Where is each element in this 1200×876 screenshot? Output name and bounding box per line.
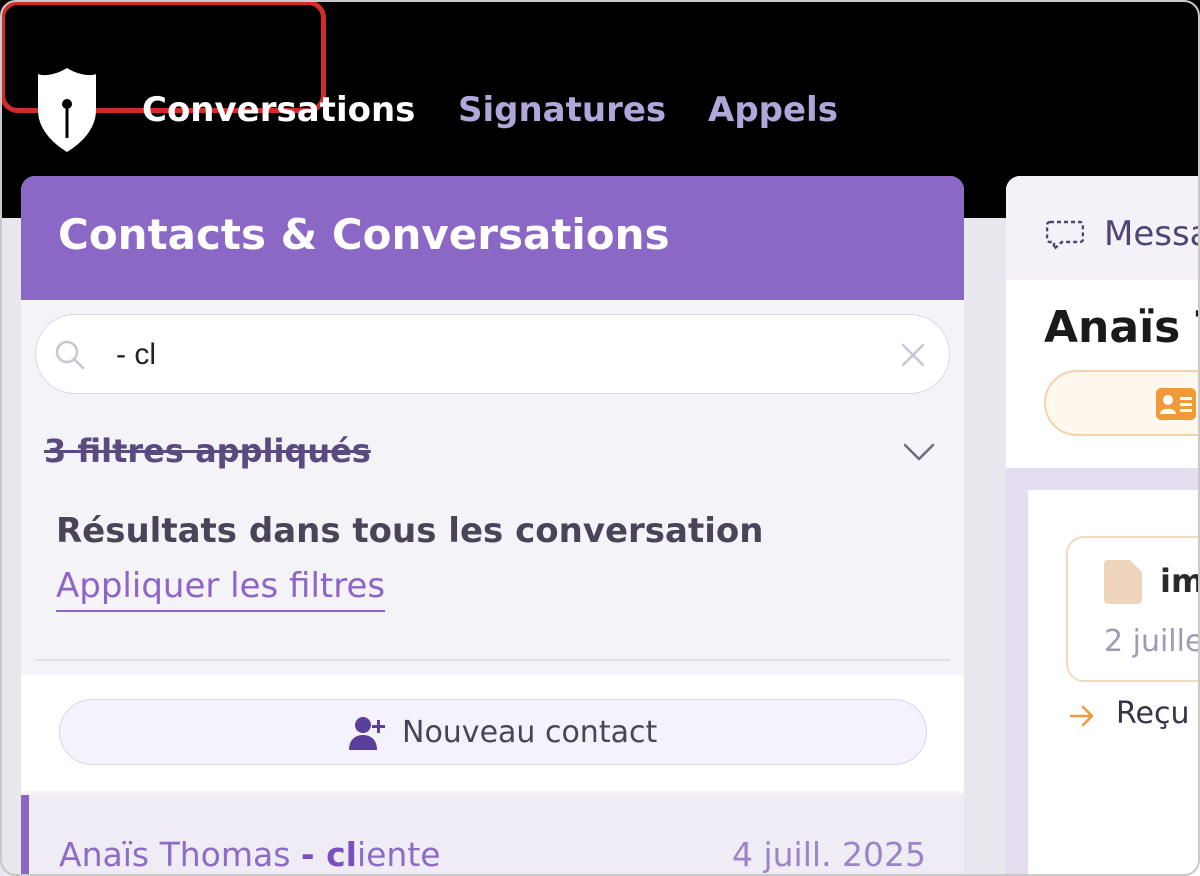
message-thread: im 2 juille Reçu [1028, 490, 1200, 876]
divider [35, 659, 950, 661]
messages-tab[interactable]: Messa [1006, 176, 1200, 280]
new-contact-label: Nouveau contact [402, 715, 658, 750]
contact-name-heading: Anaïs T [1044, 302, 1200, 353]
contact-name: Anaïs Thomas [59, 835, 301, 874]
nav-appels[interactable]: Appels [708, 82, 838, 138]
attachment-title: im [1160, 562, 1200, 600]
new-contact-button[interactable]: Nouveau contact [59, 699, 927, 765]
filters-applied-label[interactable]: 3 filtres appliqués [44, 432, 371, 470]
nav-conversations[interactable]: Conversations [142, 82, 415, 138]
message-bubble-icon [1046, 220, 1084, 252]
messages-area: im 2 juille Reçu [1006, 468, 1200, 876]
results-title: Résultats dans tous les conversation [56, 511, 764, 551]
search-input[interactable] [116, 333, 876, 377]
conversation-row[interactable]: Anaïs Thomas - cliente 4 juill. 2025 [21, 795, 964, 876]
search-icon [55, 340, 85, 370]
search-match-highlight: - cl [300, 835, 357, 874]
arrow-right-icon [1069, 705, 1094, 727]
panel-header: Contacts & Conversations [21, 176, 964, 300]
selected-accent-bar [21, 795, 29, 876]
attachment-date: 2 juille [1104, 624, 1200, 659]
messages-tab-label: Messa [1104, 214, 1200, 254]
file-icon [1104, 560, 1142, 604]
conversation-date: 4 juill. 2025 [731, 835, 926, 874]
app-window: Conversations Signatures Appels Contacts… [0, 0, 1200, 876]
chevron-down-icon[interactable] [901, 434, 937, 470]
conversation-detail-panel: Messa Anaïs T im 2 juille [1006, 176, 1200, 876]
add-person-icon [349, 717, 385, 750]
attachment-card[interactable]: im 2 juille [1066, 536, 1200, 682]
id-card-icon [1156, 388, 1196, 420]
pen-shield-logo-icon[interactable] [36, 66, 98, 152]
conversation-name: Anaïs Thomas - cliente [59, 835, 441, 874]
apply-filters-link[interactable]: Appliquer les filtres [56, 566, 386, 612]
search-bar[interactable] [35, 314, 950, 394]
nav-signatures[interactable]: Signatures [458, 82, 666, 138]
contacts-panel: Contacts & Conversations 3 filtres appli… [21, 176, 964, 876]
contact-card-button[interactable] [1044, 370, 1200, 436]
clear-search-icon[interactable] [899, 341, 927, 369]
name-suffix: iente [356, 835, 441, 874]
panel-title: Contacts & Conversations [58, 210, 670, 259]
received-label: Reçu [1116, 696, 1190, 731]
new-contact-area: Nouveau contact [21, 675, 964, 791]
